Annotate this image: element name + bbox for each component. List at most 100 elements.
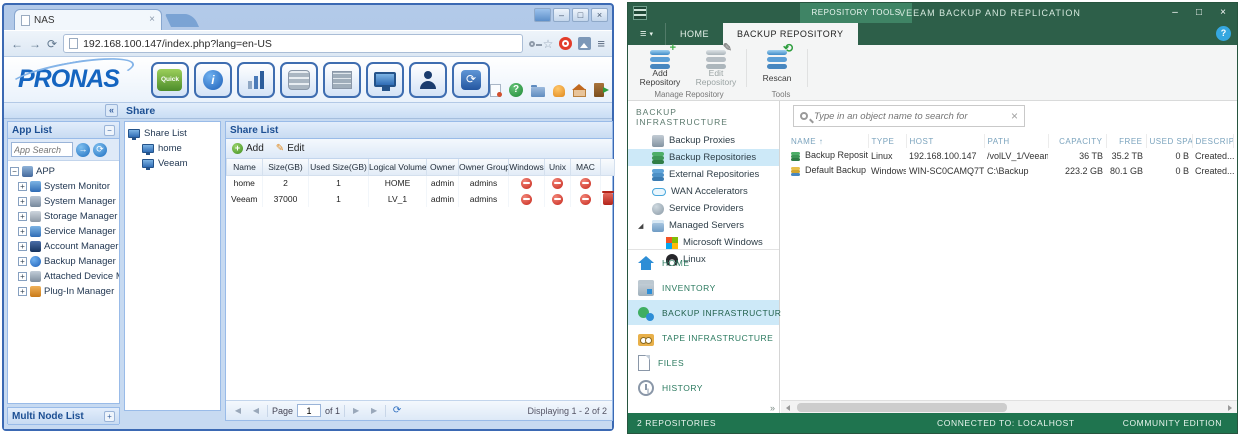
raid-manager-button[interactable] — [322, 61, 361, 98]
table-row[interactable]: Backup Repository 1 Linux 192.168.100.14… — [788, 148, 1234, 163]
col-name[interactable]: Name — [226, 159, 263, 176]
col-mac[interactable]: MAC — [570, 159, 601, 176]
tree-item-attached-device-manager[interactable]: + Attached Device Manager — [18, 269, 119, 284]
app-search-input[interactable] — [11, 142, 73, 157]
search-input[interactable] — [814, 110, 1005, 122]
windows-disabled-icon[interactable] — [521, 177, 532, 189]
col-description[interactable]: Descrip... — [1192, 134, 1234, 148]
key-icon[interactable] — [528, 40, 542, 47]
col-type[interactable]: Type — [868, 134, 907, 148]
expander-icon[interactable]: − — [10, 167, 19, 176]
tree-item-backup-proxies[interactable]: Backup Proxies — [628, 132, 779, 149]
tree-item-plugin-manager[interactable]: + Plug-In Manager — [18, 284, 117, 299]
tree-item-wan-accelerators[interactable]: WAN Accelerators — [628, 183, 779, 200]
search-box[interactable]: × — [793, 105, 1025, 127]
unix-disabled-icon[interactable] — [552, 193, 563, 205]
reload-icon[interactable]: ⟳ — [47, 38, 57, 50]
backup-manager-button[interactable]: ⟳ — [451, 61, 490, 98]
expander-icon[interactable]: + — [18, 287, 27, 296]
mac-disabled-icon[interactable] — [580, 177, 591, 189]
browser-menu-icon[interactable]: ≡ — [597, 36, 605, 51]
home-icon[interactable] — [572, 84, 586, 97]
forward-icon[interactable]: → — [29, 38, 41, 50]
share-tree-root[interactable]: Share List — [128, 126, 217, 141]
add-repository-button[interactable]: + Add Repository — [632, 43, 688, 87]
help-icon[interactable]: ? — [509, 83, 523, 97]
horizontal-scrollbar[interactable] — [781, 400, 1237, 413]
prev-page-icon[interactable]: ◀ — [249, 406, 263, 415]
browser-tab[interactable]: NAS × — [14, 9, 162, 30]
expander-icon[interactable]: + — [18, 272, 27, 281]
scroll-right-icon[interactable] — [1228, 405, 1232, 411]
col-free[interactable]: Free — [1106, 134, 1147, 148]
nav-history[interactable]: HISTORY — [628, 375, 779, 400]
logout-icon[interactable] — [594, 83, 609, 97]
table-row[interactable]: Default Backup Repo... Windows WIN-SC0CA… — [788, 163, 1234, 178]
quick-wizard-button[interactable]: Quick — [150, 61, 189, 98]
collapse-sidebar-icon[interactable]: « — [105, 104, 118, 117]
col-logical-volume[interactable]: Logical Volume — [368, 159, 427, 176]
col-host[interactable]: Host — [906, 134, 985, 148]
nav-tape-infrastructure[interactable]: TAPE INFRASTRUCTURE — [628, 325, 779, 350]
nav-more-icon[interactable]: » — [770, 403, 775, 413]
tree-item-managed-servers[interactable]: ◢ Managed Servers — [628, 217, 779, 234]
col-size[interactable]: Size(GB) — [262, 159, 309, 176]
expander-icon[interactable]: + — [18, 197, 27, 206]
scroll-left-icon[interactable] — [786, 405, 790, 411]
col-path[interactable]: Path — [984, 134, 1049, 148]
app-search-refresh-icon[interactable]: ⟳ — [93, 142, 107, 157]
col-windows[interactable]: Windows — [508, 159, 545, 176]
nav-files[interactable]: FILES — [628, 350, 779, 375]
first-page-icon[interactable]: ◀ — [231, 406, 245, 415]
main-menu-button[interactable]: ≡ ▾ — [628, 23, 666, 45]
windows-disabled-icon[interactable] — [521, 193, 532, 205]
extension-image-icon[interactable] — [578, 37, 592, 50]
profile-button[interactable] — [534, 8, 551, 22]
collapse-panel-icon[interactable]: − — [104, 124, 115, 136]
multi-node-header[interactable]: Multi Node List + — [8, 408, 119, 425]
tree-item-backup-manager[interactable]: + Backup Manager — [18, 254, 117, 269]
new-tab-button[interactable] — [164, 14, 200, 27]
expander-icon[interactable]: + — [18, 227, 27, 236]
tree-item-app-root[interactable]: − APP — [10, 164, 117, 179]
clear-search-icon[interactable]: × — [1011, 110, 1018, 122]
tree-item-storage-manager[interactable]: + Storage Manager — [18, 209, 117, 224]
rescan-button[interactable]: ⟲ Rescan — [749, 42, 805, 87]
nav-inventory[interactable]: INVENTORY — [628, 275, 779, 300]
tree-item-system-monitor[interactable]: + System Monitor — [18, 179, 117, 194]
tree-item-external-repositories[interactable]: External Repositories — [628, 166, 779, 183]
share-tree-item-home[interactable]: home — [142, 141, 217, 156]
next-page-icon[interactable]: ▶ — [349, 406, 363, 415]
unix-disabled-icon[interactable] — [552, 177, 563, 189]
nav-home[interactable]: HOME — [628, 250, 779, 275]
col-owner-group[interactable]: Owner Group — [458, 159, 509, 176]
tab-close-icon[interactable]: × — [149, 15, 155, 25]
system-log-icon[interactable] — [490, 84, 502, 97]
tree-item-service-providers[interactable]: Service Providers — [628, 200, 779, 217]
nav-backup-infrastructure[interactable]: BACKUP INFRASTRUCTURE — [628, 300, 787, 325]
close-button[interactable]: × — [1211, 3, 1235, 23]
refresh-icon[interactable]: ⟳ — [390, 405, 404, 416]
storage-manager-button[interactable] — [279, 61, 318, 98]
account-manager-button[interactable] — [408, 61, 447, 98]
add-button[interactable]: + Add — [232, 143, 264, 154]
expander-icon[interactable]: + — [18, 257, 27, 266]
maximize-button[interactable]: □ — [1187, 3, 1211, 23]
system-monitor-button[interactable] — [236, 61, 275, 98]
help-icon[interactable]: ? — [1216, 26, 1231, 41]
tree-item-backup-repositories[interactable]: Backup Repositories — [628, 149, 779, 166]
tree-item-service-manager[interactable]: + Service Manager — [18, 224, 117, 239]
table-row[interactable]: home 2 1 HOME admin admins — [226, 175, 615, 191]
share-tree-item-veeam[interactable]: Veeam — [142, 156, 217, 171]
page-input[interactable] — [297, 404, 322, 417]
tree-item-system-manager[interactable]: + System Manager — [18, 194, 117, 209]
edit-button[interactable]: ✎ Edit — [276, 143, 305, 154]
back-icon[interactable]: ← — [11, 38, 23, 50]
delete-icon[interactable] — [601, 191, 614, 205]
maximize-button[interactable]: □ — [572, 8, 589, 22]
table-row[interactable]: Veeam 37000 1 LV_1 admin admins — [226, 191, 615, 207]
system-info-button[interactable]: i — [193, 61, 232, 98]
bookmark-star-icon[interactable]: ☆ — [543, 38, 554, 50]
edit-repository-button[interactable]: ✎ Edit Repository — [688, 43, 744, 87]
col-owner[interactable]: Owner — [426, 159, 459, 176]
